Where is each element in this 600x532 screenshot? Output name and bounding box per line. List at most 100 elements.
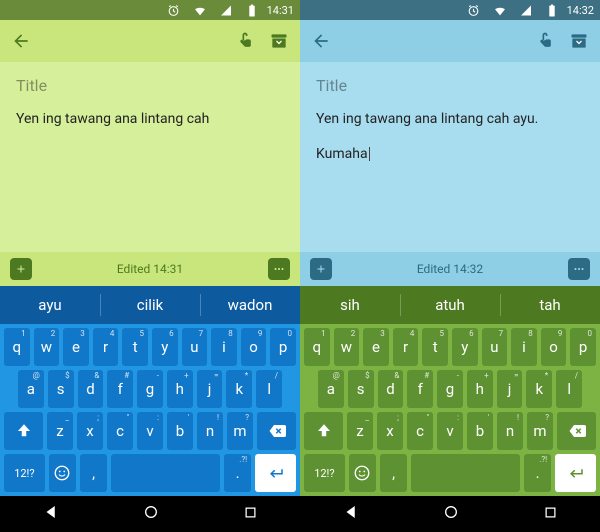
key-x[interactable]: x;: [377, 412, 403, 450]
key-e[interactable]: e3: [63, 328, 89, 366]
key-n[interactable]: n!: [497, 412, 523, 450]
key-e[interactable]: e3: [363, 328, 389, 366]
nav-recent[interactable]: [543, 505, 558, 524]
emoji-key[interactable]: [49, 454, 76, 492]
key-a[interactable]: a@: [318, 370, 344, 408]
key-i[interactable]: i8: [511, 328, 537, 366]
note-content[interactable]: Title Yen ing tawang ana lintang cah ayu…: [300, 62, 600, 252]
key-q[interactable]: q1: [304, 328, 330, 366]
key-t[interactable]: t5: [422, 328, 448, 366]
suggestion-0[interactable]: ayu: [0, 286, 100, 324]
key-t[interactable]: t5: [122, 328, 148, 366]
space-key[interactable]: [111, 454, 220, 492]
shift-key[interactable]: [304, 412, 343, 450]
mode-key[interactable]: 12!?: [4, 454, 45, 492]
key-y[interactable]: y6: [152, 328, 178, 366]
key-j[interactable]: j=: [497, 370, 523, 408]
add-button[interactable]: [10, 258, 32, 280]
key-q[interactable]: q1: [4, 328, 30, 366]
backspace-key[interactable]: [557, 412, 596, 450]
key-u[interactable]: u7: [182, 328, 208, 366]
key-r[interactable]: r4: [93, 328, 119, 366]
more-button[interactable]: [268, 258, 290, 280]
key-f[interactable]: f#: [407, 370, 433, 408]
key-c[interactable]: c": [107, 412, 133, 450]
key-k[interactable]: k*: [226, 370, 252, 408]
nav-home[interactable]: [143, 504, 159, 524]
nav-back[interactable]: [42, 503, 60, 525]
key-g[interactable]: g-: [137, 370, 163, 408]
key-h[interactable]: h+: [467, 370, 493, 408]
key-l[interactable]: l/: [556, 370, 582, 408]
nav-back[interactable]: [342, 503, 360, 525]
key-a[interactable]: a@: [18, 370, 44, 408]
key-k[interactable]: k*: [526, 370, 552, 408]
touch-icon[interactable]: [234, 30, 256, 52]
key-w[interactable]: w2: [334, 328, 360, 366]
key-d[interactable]: d&: [78, 370, 104, 408]
enter-key[interactable]: [255, 454, 296, 492]
key-u[interactable]: u7: [482, 328, 508, 366]
key-v[interactable]: v:: [137, 412, 163, 450]
period-key[interactable]: ..?!: [524, 454, 551, 492]
key-d[interactable]: d&: [378, 370, 404, 408]
key-y[interactable]: y6: [452, 328, 478, 366]
title-field[interactable]: Title: [16, 76, 284, 95]
comma-key[interactable]: ,: [80, 454, 107, 492]
enter-key[interactable]: [555, 454, 596, 492]
key-j[interactable]: j=: [197, 370, 223, 408]
key-m[interactable]: m?: [527, 412, 553, 450]
suggestion-2[interactable]: wadon: [200, 286, 300, 324]
key-n[interactable]: n!: [197, 412, 223, 450]
touch-icon[interactable]: [534, 30, 556, 52]
note-body[interactable]: Yen ing tawang ana lintang cah: [16, 109, 284, 130]
key-v[interactable]: v:: [437, 412, 463, 450]
mode-key[interactable]: 12!?: [304, 454, 345, 492]
key-g[interactable]: g-: [437, 370, 463, 408]
archive-button[interactable]: [568, 30, 590, 52]
more-button[interactable]: [568, 258, 590, 280]
suggestion-2[interactable]: tah: [500, 286, 600, 324]
period-key[interactable]: ..?!: [224, 454, 251, 492]
title-field[interactable]: Title: [316, 76, 584, 95]
suggestion-1[interactable]: cilik: [100, 286, 200, 324]
key-o[interactable]: o9: [541, 328, 567, 366]
battery-icon: [541, 0, 563, 21]
key-x[interactable]: x;: [77, 412, 103, 450]
space-key[interactable]: [411, 454, 520, 492]
key-h[interactable]: h+: [167, 370, 193, 408]
key-b[interactable]: b': [167, 412, 193, 450]
back-button[interactable]: [310, 30, 332, 52]
key-z[interactable]: z_: [47, 412, 73, 450]
emoji-key[interactable]: [349, 454, 376, 492]
suggestion-1[interactable]: atuh: [400, 286, 500, 324]
key-l[interactable]: l/: [256, 370, 282, 408]
key-p[interactable]: p0: [270, 328, 296, 366]
key-b[interactable]: b': [467, 412, 493, 450]
key-f[interactable]: f#: [107, 370, 133, 408]
archive-button[interactable]: [268, 30, 290, 52]
keyboard: q1w2e3r4t5y6u7i8o9p0 a@s$d&f#g-h+j=k*l/ …: [300, 324, 600, 496]
nav-home[interactable]: [443, 504, 459, 524]
key-z[interactable]: z_: [347, 412, 373, 450]
suggestion-0[interactable]: sih: [300, 286, 400, 324]
key-w[interactable]: w2: [34, 328, 60, 366]
key-i[interactable]: i8: [211, 328, 237, 366]
key-s[interactable]: s$: [348, 370, 374, 408]
key-m[interactable]: m?: [227, 412, 253, 450]
note-body[interactable]: Yen ing tawang ana lintang cah ayu.: [316, 109, 584, 130]
key-p[interactable]: p0: [570, 328, 596, 366]
key-o[interactable]: o9: [241, 328, 267, 366]
nav-recent[interactable]: [243, 505, 258, 524]
key-s[interactable]: s$: [48, 370, 74, 408]
note-content[interactable]: Title Yen ing tawang ana lintang cah: [0, 62, 300, 252]
backspace-key[interactable]: [257, 412, 296, 450]
add-button[interactable]: [310, 258, 332, 280]
shift-key[interactable]: [4, 412, 43, 450]
key-r[interactable]: r4: [393, 328, 419, 366]
key-c[interactable]: c": [407, 412, 433, 450]
back-button[interactable]: [10, 30, 32, 52]
comma-key[interactable]: ,: [380, 454, 407, 492]
note-body2[interactable]: Kumaha: [316, 146, 368, 162]
wifi-icon: [189, 0, 211, 21]
